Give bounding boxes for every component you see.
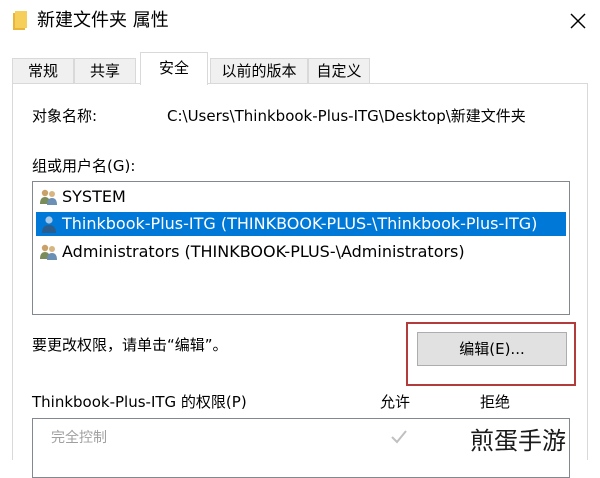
allow-header: 允许 — [380, 393, 411, 411]
close-button[interactable] — [560, 4, 596, 38]
group-name: Thinkbook-Plus-ITG (THINKBOOK-PLUS-\Thin… — [62, 214, 538, 233]
user-group-icon — [40, 189, 57, 205]
folder-icon — [13, 11, 27, 30]
user-group-icon — [40, 244, 57, 260]
object-name-label: 对象名称: — [32, 107, 98, 125]
window-title: 新建文件夹 属性 — [37, 10, 169, 31]
list-item[interactable]: Administrators (THINKBOOK-PLUS-\Administ… — [36, 240, 566, 264]
watermark: 煎蛋手游 — [470, 427, 566, 455]
object-name-value: C:\Users\Thinkbook-Plus-ITG\Desktop\新建文件… — [167, 107, 526, 125]
tab-security[interactable]: 安全 — [140, 52, 208, 85]
groups-listbox[interactable]: SYSTEM Thinkbook-Plus-ITG (THINKBOOK-PLU… — [32, 181, 570, 315]
tab-bar: 常规 共享 安全 以前的版本 自定义 — [0, 52, 600, 85]
edit-button[interactable]: 编辑(E)... — [417, 332, 567, 366]
allow-check-icon — [391, 430, 407, 444]
tab-previous-versions[interactable]: 以前的版本 — [210, 58, 308, 84]
tab-general[interactable]: 常规 — [12, 58, 74, 84]
tab-sharing[interactable]: 共享 — [74, 58, 136, 84]
user-icon — [42, 216, 56, 233]
permissions-for-label: Thinkbook-Plus-ITG 的权限(P) — [32, 393, 247, 411]
tab-customize[interactable]: 自定义 — [308, 58, 370, 84]
permission-name: 完全控制 — [51, 430, 107, 446]
list-item[interactable]: SYSTEM — [36, 185, 566, 209]
title-bar: 新建文件夹 属性 — [0, 0, 600, 42]
close-icon — [570, 13, 586, 29]
list-item[interactable]: Thinkbook-Plus-ITG (THINKBOOK-PLUS-\Thin… — [36, 212, 566, 236]
group-name: SYSTEM — [62, 187, 126, 206]
group-name: Administrators (THINKBOOK-PLUS-\Administ… — [62, 242, 465, 261]
deny-header: 拒绝 — [480, 393, 511, 411]
groups-label: 组或用户名(G): — [32, 157, 136, 175]
change-permissions-text: 要更改权限，请单击“编辑”。 — [32, 336, 228, 354]
